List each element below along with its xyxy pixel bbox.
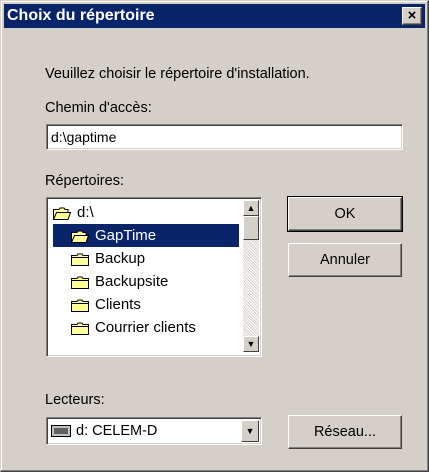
ok-button[interactable]: OK [287, 196, 403, 232]
list-item[interactable]: Backup [71, 247, 145, 270]
drives-label: Lecteurs: [45, 392, 105, 408]
path-input[interactable]: d:\gaptime [46, 124, 403, 150]
path-value: d:\gaptime [51, 129, 117, 145]
folder-icon [71, 322, 89, 335]
network-button[interactable]: Réseau... [288, 415, 402, 449]
directory-name: Courrier clients [95, 319, 196, 336]
list-item[interactable]: Clients [71, 293, 141, 316]
directory-name: Backupsite [95, 273, 169, 290]
scroll-up-button[interactable]: ▲ [243, 200, 259, 216]
scroll-thumb[interactable] [243, 216, 259, 240]
close-button[interactable]: × [402, 7, 422, 25]
drive-select[interactable]: d: CELEM-D ▼ [46, 417, 262, 445]
arrow-up-icon: ▲ [246, 203, 256, 213]
folder-icon [71, 253, 89, 266]
chevron-down-icon: ▼ [245, 426, 255, 436]
path-label: Chemin d'accès: [45, 100, 152, 116]
open-folder-icon [71, 230, 89, 243]
drive-value: d: CELEM-D [76, 423, 158, 439]
list-item[interactable]: Courrier clients [71, 316, 196, 339]
folder-icon [71, 276, 89, 289]
folder-icon [71, 299, 89, 312]
open-folder-icon [53, 207, 71, 220]
scroll-down-button[interactable]: ▼ [243, 336, 259, 352]
close-icon: × [407, 7, 417, 24]
cancel-button[interactable]: Annuler [288, 243, 402, 277]
directory-name: Clients [95, 296, 141, 313]
drive-icon [51, 425, 71, 438]
directories-label: Répertoires: [45, 173, 124, 189]
list-item[interactable]: Backupsite [71, 270, 168, 293]
directory-name: GapTime [95, 227, 157, 244]
directory-list[interactable]: d:\ GapTime Backup Backupsite Clients Co… [46, 197, 262, 357]
directory-name: d:\ [77, 204, 94, 221]
dropdown-button[interactable]: ▼ [241, 420, 259, 442]
arrow-down-icon: ▼ [246, 339, 256, 349]
directory-dialog: Choix du répertoire × Veuillez choisir l… [0, 0, 429, 472]
list-item[interactable]: d:\ [53, 201, 94, 224]
window-title: Choix du répertoire [7, 7, 155, 24]
title-bar[interactable]: Choix du répertoire × [4, 4, 425, 28]
list-item[interactable]: GapTime [53, 224, 239, 247]
directory-name: Backup [95, 250, 146, 267]
vertical-scrollbar[interactable]: ▲ ▼ [243, 200, 259, 352]
instruction-text: Veuillez choisir le répertoire d'install… [45, 66, 310, 82]
